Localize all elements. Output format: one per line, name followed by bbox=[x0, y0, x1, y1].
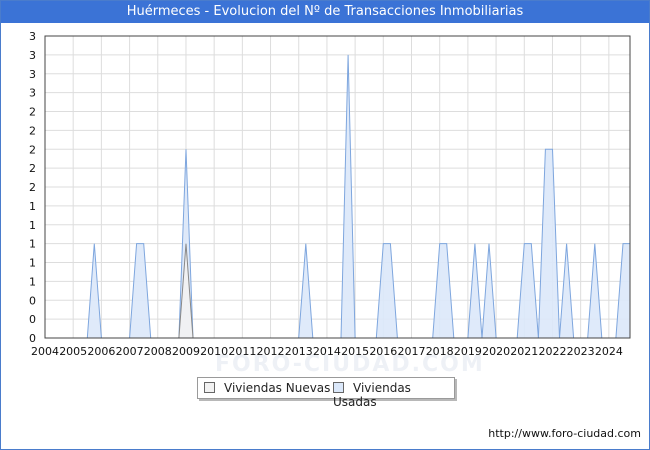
x-tick-label: 2024 bbox=[595, 345, 623, 358]
legend-label-nuevas: Viviendas Nuevas bbox=[224, 381, 331, 395]
y-tick-label: 0 bbox=[29, 294, 36, 307]
legend-swatch-usadas bbox=[333, 382, 344, 393]
x-tick-label: 2010 bbox=[200, 345, 228, 358]
y-tick-label: 2 bbox=[29, 143, 36, 156]
x-tick-label: 2021 bbox=[510, 345, 538, 358]
y-tick-label: 1 bbox=[29, 238, 36, 251]
y-tick-label: 2 bbox=[29, 162, 36, 175]
x-tick-label: 2013 bbox=[285, 345, 313, 358]
x-tick-label: 2018 bbox=[426, 345, 454, 358]
legend: Viviendas Nuevas Viviendas Usadas bbox=[197, 377, 455, 409]
legend-swatch-nuevas bbox=[204, 382, 215, 393]
x-tick-label: 2022 bbox=[538, 345, 566, 358]
y-tick-label: 0 bbox=[29, 332, 36, 345]
site-credit: http://www.foro-ciudad.com bbox=[488, 427, 641, 440]
x-tick-label: 2009 bbox=[172, 345, 200, 358]
x-tick-label: 2007 bbox=[116, 345, 144, 358]
x-tick-label: 2017 bbox=[398, 345, 426, 358]
x-tick-label: 2020 bbox=[482, 345, 510, 358]
y-tick-label: 3 bbox=[29, 87, 36, 100]
y-tick-label: 2 bbox=[29, 181, 36, 194]
legend-item-usadas: Viviendas Usadas bbox=[333, 381, 454, 409]
x-tick-label: 2016 bbox=[369, 345, 397, 358]
x-tick-label: 2011 bbox=[228, 345, 256, 358]
x-tick-label: 2012 bbox=[257, 345, 285, 358]
y-tick-label: 2 bbox=[29, 106, 36, 119]
x-tick-label: 2008 bbox=[144, 345, 172, 358]
x-tick-label: 2004 bbox=[31, 345, 59, 358]
y-tick-label: 1 bbox=[29, 257, 36, 270]
y-tick-label: 0 bbox=[29, 313, 36, 326]
x-tick-label: 2014 bbox=[313, 345, 341, 358]
y-tick-label: 2 bbox=[29, 124, 36, 137]
x-tick-label: 2019 bbox=[454, 345, 482, 358]
y-tick-label: 3 bbox=[29, 68, 36, 81]
x-tick-label: 2023 bbox=[567, 345, 595, 358]
x-tick-label: 2015 bbox=[341, 345, 369, 358]
y-tick-label: 3 bbox=[29, 30, 36, 43]
x-tick-label: 2005 bbox=[59, 345, 87, 358]
y-tick-label: 3 bbox=[29, 49, 36, 62]
x-tick-label: 2006 bbox=[87, 345, 115, 358]
y-tick-label: 1 bbox=[29, 275, 36, 288]
y-tick-label: 1 bbox=[29, 219, 36, 232]
legend-item-nuevas: Viviendas Nuevas bbox=[204, 381, 330, 395]
y-tick-label: 1 bbox=[29, 200, 36, 213]
